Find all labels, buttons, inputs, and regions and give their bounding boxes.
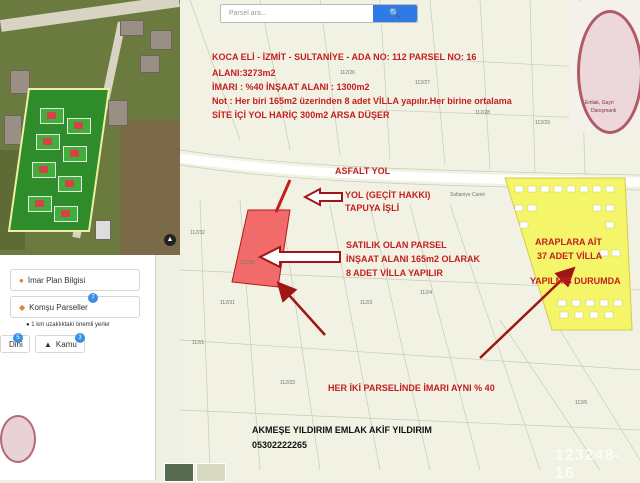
for-sale-parcel	[231, 209, 291, 288]
map-parcel-label: 112/26	[340, 70, 355, 76]
zoning-label: HER İKİ PARSELİNDE İMARI AYNI % 40	[328, 383, 495, 393]
satellite-thumbnail[interactable]	[196, 463, 226, 482]
title-line-5: SİTE İÇİ YOL HARİÇ 300m2 ARSA DÜŞER	[212, 110, 390, 120]
parcel-label-2: İNŞAAT ALANI 165m2 OLARAK	[346, 254, 481, 264]
mosque-label: Sultaniye Camii	[450, 192, 485, 198]
dini-badge: 5	[13, 333, 23, 343]
logo-text-1: Emlak, Gayri	[585, 100, 614, 106]
nearby-places-label: ● 1 km uzaklıktaki önemli yerler	[26, 322, 110, 328]
map-parcel-label: 112/3	[360, 300, 373, 306]
search-button[interactable]: 🔍	[373, 5, 417, 22]
map-parcel-label: 112/1	[192, 340, 205, 346]
search-icon: 🔍	[389, 8, 401, 18]
villa-label-3: YAPILMIŞ DURUMDA	[530, 276, 621, 286]
info-panel: ● İmar Plan Bilgisi ◆ Komşu Parseller 7 …	[0, 255, 156, 480]
logo-text-2: Danışmanlı	[591, 108, 617, 114]
compass-icon: ▲	[164, 234, 176, 246]
kamu-badge: 3	[75, 333, 85, 343]
parcel-search: Parsel ara... 🔍	[220, 4, 418, 23]
map-parcel-label: 112/29	[535, 120, 550, 126]
title-line-2: ALANI:3273m2	[212, 68, 276, 78]
building-icon: ▲	[44, 339, 52, 349]
komsu-parseller-button[interactable]: ◆ Komşu Parseller	[10, 296, 140, 318]
komsu-badge: 7	[88, 293, 98, 303]
map-thumbnail[interactable]	[164, 463, 194, 482]
road-label: ASFALT YOL	[335, 166, 391, 176]
map-parcel-label: 112/33	[280, 380, 295, 386]
logo-house-icon	[577, 10, 640, 134]
layers-icon: ◆	[19, 302, 26, 312]
pin-icon: ●	[19, 275, 24, 285]
parcel-label-1: SATILIK OLAN PARSEL	[346, 240, 447, 250]
villa-label-1: ARAPLARA AİT	[535, 237, 602, 247]
watermark: 123248-16	[555, 447, 621, 482]
title-line-1: KOCA ELİ - İZMİT - SULTANİYE - ADA NO: 1…	[212, 52, 477, 62]
map-parcel-label: 112/27	[415, 80, 430, 86]
imar-plan-button[interactable]: ● İmar Plan Bilgisi	[10, 269, 140, 291]
map-parcel-label: 112/28	[475, 110, 490, 116]
parcel-label-3: 8 ADET VİLLA YAPILIR	[346, 268, 443, 278]
imar-plan-label: İmar Plan Bilgisi	[27, 275, 86, 285]
road-access-label-2: TAPUYA İŞLİ	[345, 203, 400, 213]
search-input[interactable]: Parsel ara...	[221, 5, 371, 22]
arrow-parcel	[257, 245, 341, 269]
contact-phone: 05302222265	[252, 440, 308, 450]
kamu-label: Kamu	[55, 339, 77, 349]
title-line-3: İMARI : %40 İNŞAAT ALANI : 1300m2	[212, 82, 370, 92]
map-parcel-label: 112/30	[240, 260, 255, 266]
satellite-image: ▲	[0, 0, 180, 255]
company-logo: Emlak, Gayri Danışmanlı	[569, 2, 640, 134]
map-parcel-label: 112/31	[220, 300, 235, 306]
komsu-parseller-label: Komşu Parseller	[29, 302, 88, 312]
arrow-road-access	[302, 187, 343, 207]
map-parcel-label: 112/6	[575, 400, 588, 406]
small-logo	[0, 415, 36, 463]
location-icon: ●	[26, 322, 30, 328]
map-parcel-label: 112/4	[420, 290, 433, 296]
contact-name: AKMEŞE YILDIRIM EMLAK AKİF YILDIRIM	[252, 425, 432, 435]
villa-label-2: 37 ADET VİLLA	[537, 251, 603, 261]
road-access-label-1: YOL (GEÇİT HAKKI)	[345, 190, 431, 200]
title-line-4: Not : Her biri 165m2 üzerinden 8 adet Vİ…	[212, 96, 512, 106]
map-parcel-label: 112/32	[190, 230, 205, 236]
